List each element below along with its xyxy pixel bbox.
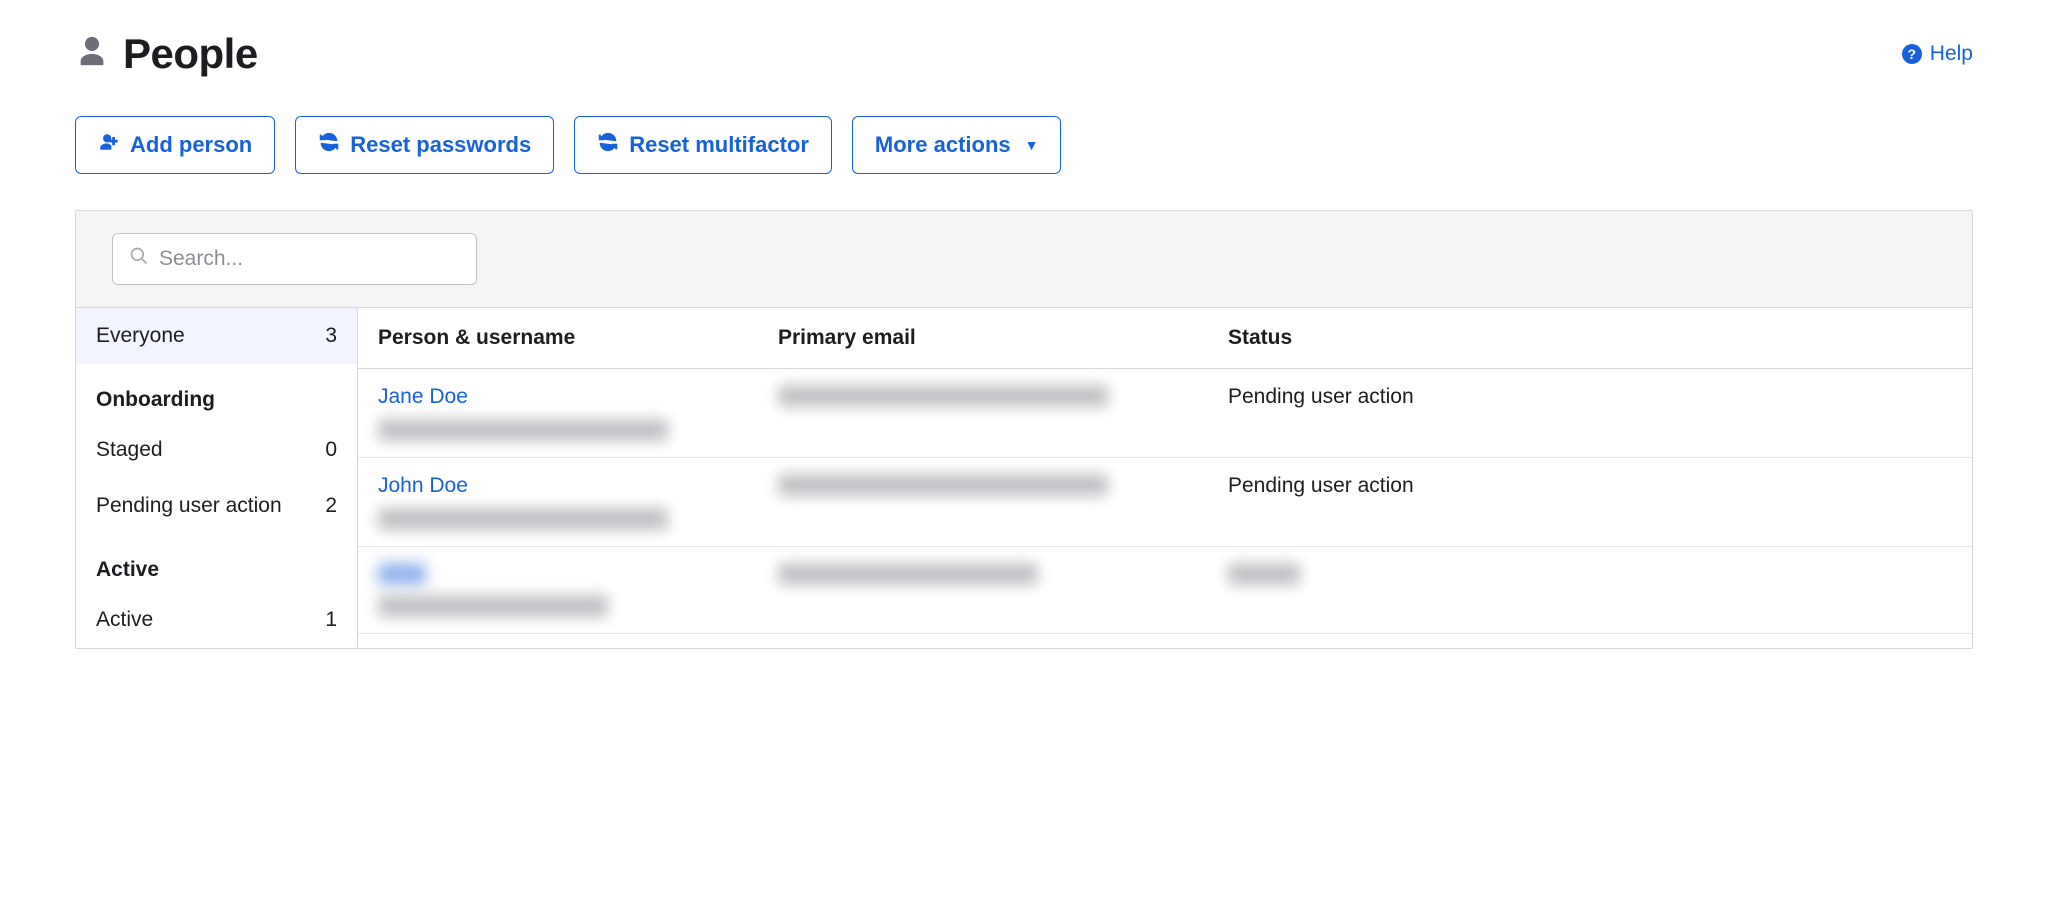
refresh-icon [597,131,619,159]
redacted-username [378,508,668,530]
sidebar-item-pending[interactable]: Pending user action 2 [76,478,357,534]
redacted-username [378,419,668,441]
add-person-button[interactable]: Add person [75,116,275,174]
table-row[interactable]: Jane Doe Pending user action [358,369,1972,458]
redacted-email [778,563,1038,585]
help-link[interactable]: ? Help [1902,42,1973,66]
person-link[interactable]: Jane Doe [378,385,468,409]
people-panel: Everyone 3 Onboarding Staged 0 Pending u… [75,210,1973,649]
page-title: People [123,30,258,78]
refresh-icon [318,131,340,159]
sidebar-item-staged[interactable]: Staged 0 [76,422,357,478]
redacted-status [1228,563,1300,585]
people-table: Person & username Primary email Status J… [358,308,1972,648]
column-header-person: Person & username [378,326,778,350]
status-cell: Pending user action [1228,385,1952,409]
reset-passwords-button[interactable]: Reset passwords [295,116,554,174]
status-cell: Pending user action [1228,474,1952,498]
column-header-email: Primary email [778,326,1228,350]
redacted-username [378,595,608,617]
add-person-icon [98,131,120,159]
redacted-name [378,563,426,585]
redacted-email [778,474,1108,496]
help-label: Help [1930,42,1973,66]
table-row[interactable] [358,547,1972,634]
chevron-down-icon: ▼ [1025,137,1039,153]
search-input[interactable] [159,247,460,271]
table-row[interactable]: John Doe Pending user action [358,458,1972,547]
search-icon [129,246,149,272]
redacted-email [778,385,1108,407]
sidebar-heading-active: Active [76,534,357,592]
more-actions-button[interactable]: More actions ▼ [852,116,1062,174]
sidebar-heading-onboarding: Onboarding [76,364,357,422]
people-icon [75,34,109,74]
search-field[interactable] [112,233,477,285]
column-header-status: Status [1228,326,1952,350]
help-icon: ? [1902,44,1922,64]
sidebar-item-everyone[interactable]: Everyone 3 [76,308,357,364]
reset-multifactor-button[interactable]: Reset multifactor [574,116,832,174]
person-link[interactable]: John Doe [378,474,468,498]
sidebar-item-active[interactable]: Active 1 [76,592,357,648]
filter-sidebar: Everyone 3 Onboarding Staged 0 Pending u… [76,308,358,648]
